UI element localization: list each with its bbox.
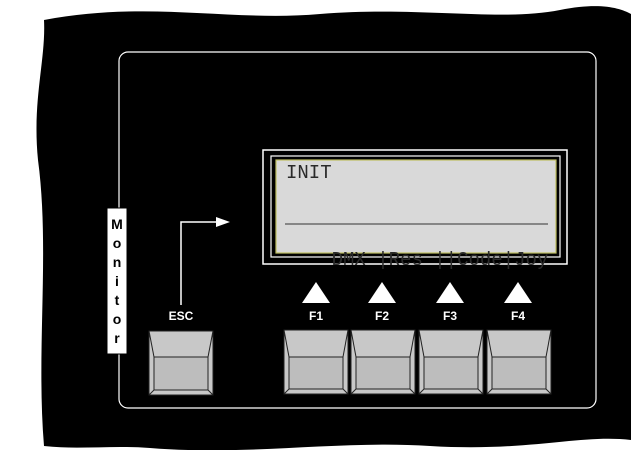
esc-button[interactable] <box>149 331 213 395</box>
lcd-divider: | <box>445 249 458 271</box>
lcd-divider: | <box>365 249 389 271</box>
lcd-divider: | <box>422 249 446 271</box>
lcd-menu-item-dmx: DMX <box>331 249 366 271</box>
f2-button[interactable] <box>351 330 415 394</box>
monitor-letter: M <box>111 216 123 232</box>
monitor-letter: o <box>112 311 122 327</box>
controller-panel: M o n i t o r INIT DMX |Res ||Code|Joy E… <box>0 0 631 450</box>
f2-key-label: F2 <box>374 309 389 323</box>
f1-key-label: F1 <box>308 309 323 323</box>
lcd-menu-item-code: Code <box>457 249 503 271</box>
monitor-letter: n <box>112 254 122 270</box>
f3-key-label: F3 <box>442 309 457 323</box>
monitor-label: M o n i t o r <box>107 217 127 350</box>
monitor-letter: t <box>114 292 120 308</box>
f3-button[interactable] <box>419 330 483 394</box>
lcd-menu-item-res: Res <box>388 249 423 271</box>
monitor-letter: o <box>112 235 122 251</box>
monitor-letter: i <box>115 273 119 289</box>
lcd-menu-line: DMX |Res ||Code|Joy <box>286 232 549 289</box>
f4-button[interactable] <box>487 330 551 394</box>
f4-key-label: F4 <box>510 309 525 323</box>
monitor-letter: r <box>114 330 120 346</box>
f1-button[interactable] <box>284 330 348 394</box>
esc-key-label: ESC <box>168 309 194 323</box>
lcd-divider: | <box>502 249 515 271</box>
lcd-menu-item-joy: Joy <box>514 249 549 271</box>
lcd-line-1: INIT <box>286 162 332 184</box>
